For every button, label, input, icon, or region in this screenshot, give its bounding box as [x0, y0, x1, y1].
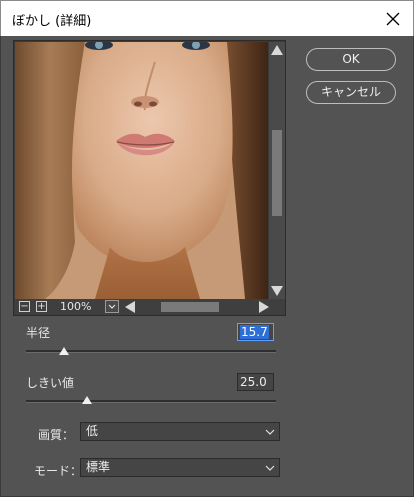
- cancel-button[interactable]: キャンセル: [306, 81, 396, 104]
- radius-input[interactable]: 15.7: [237, 323, 274, 341]
- threshold-label: しきい値: [26, 376, 75, 390]
- window-title: ぼかし (詳細): [12, 14, 92, 29]
- zoom-level: 100%: [60, 300, 92, 313]
- scroll-left-arrow-icon[interactable]: [125, 301, 135, 313]
- close-icon: [386, 12, 400, 26]
- ok-button[interactable]: OK: [306, 48, 396, 71]
- mode-value: 標準: [86, 460, 111, 474]
- mode-label: モード：: [34, 464, 83, 478]
- title-bar: ぼかし (詳細): [0, 0, 414, 36]
- vertical-scroll-thumb[interactable]: [272, 130, 282, 216]
- threshold-slider-thumb[interactable]: [82, 396, 92, 404]
- vertical-scrollbar[interactable]: [269, 42, 285, 299]
- scroll-right-arrow-icon[interactable]: [259, 301, 269, 313]
- chevron-down-icon: [108, 304, 116, 309]
- threshold-slider[interactable]: [26, 400, 276, 403]
- threshold-input[interactable]: 25.0: [237, 373, 274, 391]
- mode-select[interactable]: 標準: [80, 458, 280, 477]
- preview-image[interactable]: [15, 42, 268, 299]
- chevron-down-icon: [265, 465, 275, 471]
- zoom-dropdown[interactable]: [105, 300, 119, 313]
- scroll-up-arrow-icon[interactable]: [271, 45, 283, 55]
- radius-value: 15.7: [240, 325, 269, 339]
- dialog-body: − + 100% OK キャンセル 半径 15.7 しきい値 25.0 画質： …: [0, 36, 414, 497]
- preview-panel: − + 100%: [13, 40, 286, 316]
- zoom-out-button[interactable]: −: [19, 301, 30, 312]
- zoom-in-button[interactable]: +: [36, 301, 47, 312]
- quality-select[interactable]: 低: [80, 422, 280, 441]
- chevron-down-icon: [265, 429, 275, 435]
- horizontal-scrollbar[interactable]: [121, 300, 269, 314]
- quality-value: 低: [86, 424, 99, 438]
- close-button[interactable]: [381, 7, 405, 31]
- radius-label: 半径: [26, 326, 51, 340]
- quality-label: 画質：: [38, 428, 75, 442]
- portrait-preview: [15, 42, 268, 299]
- radius-slider-thumb[interactable]: [59, 347, 69, 355]
- scroll-down-arrow-icon[interactable]: [271, 286, 283, 296]
- horizontal-scroll-thumb[interactable]: [161, 302, 219, 312]
- preview-toolbar: − + 100%: [15, 299, 285, 315]
